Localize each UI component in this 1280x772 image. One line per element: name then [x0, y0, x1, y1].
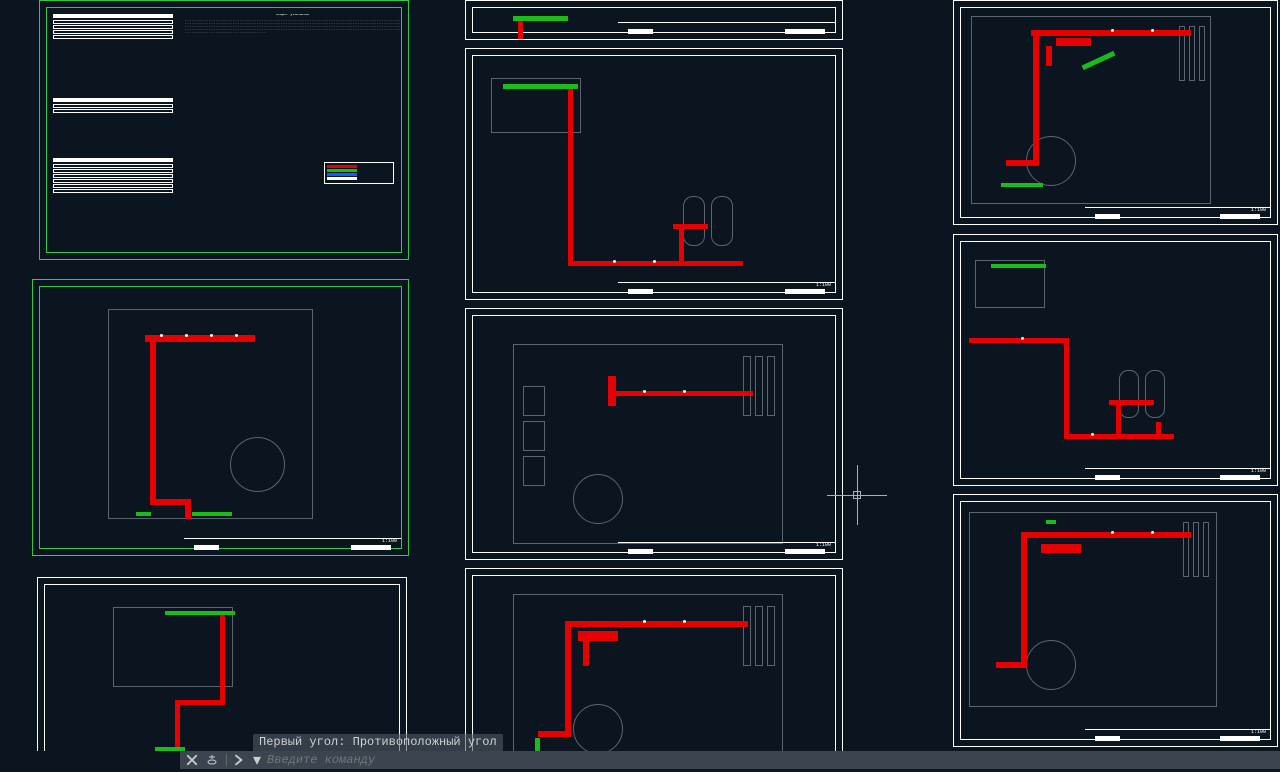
sheet-general-notes: Общие указания — — — — — — — — — — — — —…: [39, 0, 409, 260]
table-permits: [53, 98, 173, 114]
table-header: [53, 14, 173, 18]
sheet-top-cut: [465, 0, 843, 40]
command-line[interactable]: ▾: [180, 751, 1280, 769]
command-history-line: Первый угол: Противоположный угол: [253, 734, 503, 752]
scale-label: 1:100: [382, 538, 397, 544]
statusbar-left-gap: [0, 751, 180, 769]
sheet-plan-m1: 1:100: [465, 48, 843, 300]
sheet-plan-r1: 1:100: [953, 0, 1278, 225]
sheet-plan-selected: 1:100: [32, 279, 409, 556]
notes-title: Общие указания: [185, 14, 400, 17]
close-icon[interactable]: [186, 753, 200, 767]
sheet-plan-m3: [465, 568, 843, 769]
command-input[interactable]: [267, 753, 1280, 767]
pipe-color-legend: [324, 162, 394, 184]
customize-icon[interactable]: [206, 753, 220, 767]
command-history-text: Первый угол: Противоположный угол: [259, 735, 497, 749]
table-main-data: [53, 14, 173, 40]
model-space-canvas[interactable]: Общие указания — — — — — — — — — — — — —…: [0, 0, 1280, 769]
sheet-plan-r3: 1:100: [953, 494, 1278, 747]
general-notes-text: Общие указания — — — — — — — — — — — — —…: [185, 14, 400, 244]
tank-outline: [230, 437, 285, 492]
sheet-border: Общие указания — — — — — — — — — — — — —…: [46, 7, 402, 253]
sheet-plan-r2: 1:100: [953, 234, 1278, 486]
table-symbols: [53, 158, 173, 194]
sheet-plan-m2: 1:100: [465, 308, 843, 560]
chevron-right-icon[interactable]: [233, 753, 247, 767]
